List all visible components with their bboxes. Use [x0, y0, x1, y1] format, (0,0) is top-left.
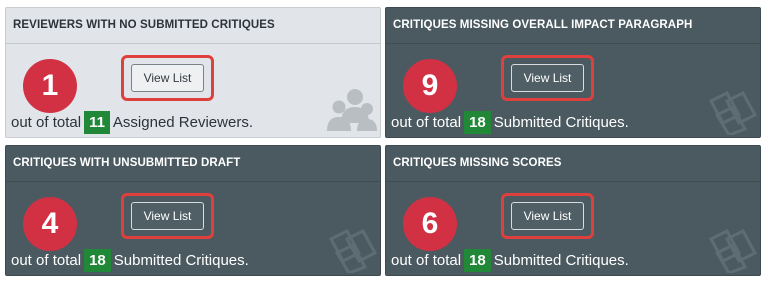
- card-summary: out of total 18 Submitted Critiques.: [11, 249, 249, 272]
- card-critiques-unsubmitted-draft: CRITIQUES WITH UNSUBMITTED DRAFT 4 View …: [5, 145, 381, 276]
- card-summary: out of total 11 Assigned Reviewers.: [11, 111, 253, 134]
- view-list-button[interactable]: View List: [131, 64, 204, 92]
- count-badge: 9: [403, 59, 457, 113]
- count-badge: 6: [403, 197, 457, 251]
- card-critiques-missing-scores: CRITIQUES MISSING SCORES 6 View List out…: [385, 145, 761, 276]
- highlight-outline: View List: [121, 55, 214, 101]
- card-title: CRITIQUES WITH UNSUBMITTED DRAFT: [6, 146, 380, 182]
- card-title: REVIEWERS WITH NO SUBMITTED CRITIQUES: [6, 8, 380, 44]
- card-reviewers-no-submitted-critiques: REVIEWERS WITH NO SUBMITTED CRITIQUES 1 …: [5, 7, 381, 138]
- documents-icon: [708, 91, 757, 135]
- total-badge: 18: [464, 111, 491, 134]
- count-badge: 4: [23, 197, 77, 251]
- view-list-button[interactable]: View List: [511, 202, 584, 230]
- users-icon: [327, 89, 377, 131]
- documents-icon: [328, 229, 377, 273]
- highlight-outline: View List: [121, 193, 214, 239]
- summary-prefix: out of total: [11, 114, 82, 131]
- summary-suffix: Submitted Critiques.: [493, 114, 629, 131]
- summary-prefix: out of total: [391, 252, 462, 269]
- card-summary: out of total 18 Submitted Critiques.: [391, 249, 629, 272]
- highlight-outline: View List: [501, 193, 594, 239]
- highlight-outline: View List: [501, 55, 594, 101]
- count-badge: 1: [23, 59, 77, 113]
- summary-suffix: Submitted Critiques.: [493, 252, 629, 269]
- total-badge: 11: [84, 111, 110, 134]
- summary-prefix: out of total: [11, 252, 82, 269]
- summary-prefix: out of total: [391, 114, 462, 131]
- card-critiques-missing-impact: CRITIQUES MISSING OVERALL IMPACT PARAGRA…: [385, 7, 761, 138]
- card-title: CRITIQUES MISSING OVERALL IMPACT PARAGRA…: [386, 8, 760, 44]
- card-summary: out of total 18 Submitted Critiques.: [391, 111, 629, 134]
- summary-suffix: Submitted Critiques.: [113, 252, 249, 269]
- documents-icon: [708, 229, 757, 273]
- total-badge: 18: [84, 249, 111, 272]
- summary-suffix: Assigned Reviewers.: [112, 114, 253, 131]
- total-badge: 18: [464, 249, 491, 272]
- view-list-button[interactable]: View List: [511, 64, 584, 92]
- card-title: CRITIQUES MISSING SCORES: [386, 146, 760, 182]
- view-list-button[interactable]: View List: [131, 202, 204, 230]
